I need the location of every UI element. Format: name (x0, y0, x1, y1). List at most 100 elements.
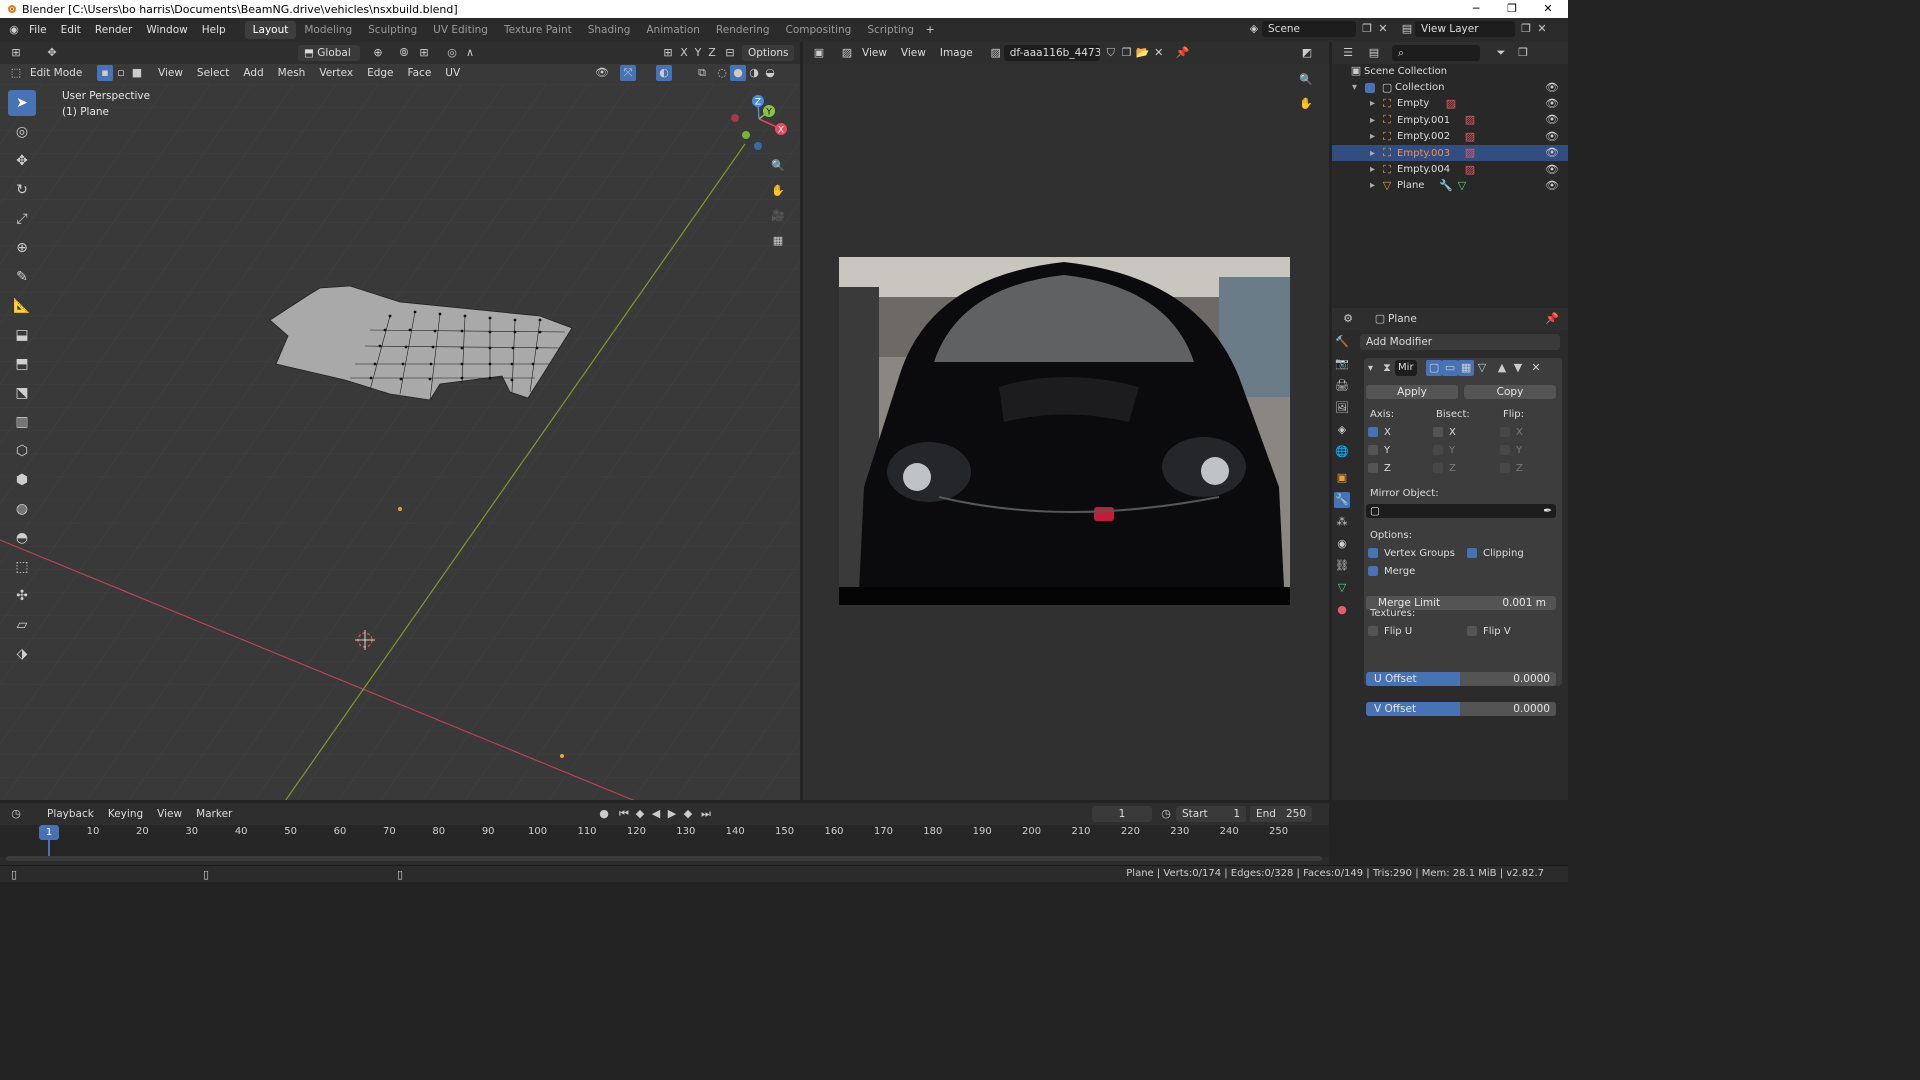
wireframe-shading-icon[interactable]: ◌ (714, 65, 730, 81)
expand-arrow-icon[interactable]: ▾ (1352, 82, 1357, 93)
move-up-icon[interactable]: ▲ (1494, 360, 1510, 376)
next-keyframe-icon[interactable]: ◆ (680, 806, 696, 822)
inset-tool-icon[interactable]: ⬒ (8, 351, 36, 377)
editor-type-icon[interactable]: ▣ (811, 45, 827, 61)
visibility-eye-icon[interactable]: 👁 (1544, 112, 1560, 128)
scale-tool-icon[interactable]: ⤢ (8, 206, 36, 232)
restore-icon[interactable]: ❐ (1494, 0, 1530, 18)
zoom-icon[interactable]: 🔍 (1298, 72, 1314, 88)
tab-rendering[interactable]: Rendering (708, 21, 778, 39)
collection-row[interactable]: ▾ ▢ Collection 👁 (1332, 79, 1568, 95)
face-select-icon[interactable]: ■ (129, 65, 145, 81)
expand-arrow-icon[interactable]: ▸ (1370, 148, 1375, 159)
gizmo-toggle-icon[interactable]: ⤧ (620, 65, 636, 81)
move-down-icon[interactable]: ▼ (1510, 360, 1526, 376)
editor-type-icon[interactable]: ⊞ (8, 45, 24, 61)
empty-object-dot[interactable] (398, 507, 402, 511)
tab-sculpting[interactable]: Sculpting (360, 21, 425, 39)
start-frame-field[interactable]: Start 1 (1176, 806, 1246, 822)
close-icon[interactable]: ✕ (1530, 0, 1566, 18)
image-data-icon[interactable]: ▨ (1462, 112, 1478, 128)
render-tab-icon[interactable]: 📷 (1334, 356, 1350, 372)
shrink-fatten-tool-icon[interactable]: ✣ (8, 583, 36, 609)
visibility-eye-icon[interactable]: 👁 (1544, 162, 1560, 178)
vertex-groups-checkbox[interactable]: Vertex Groups (1368, 548, 1455, 559)
modifier-name-field[interactable]: Mir (1395, 360, 1418, 376)
tab-uv-editing[interactable]: UV Editing (425, 21, 496, 39)
menu-help[interactable]: Help (195, 24, 233, 36)
annotate-tool-icon[interactable]: ✎ (8, 264, 36, 290)
pin-icon[interactable]: 📌 (1175, 45, 1191, 61)
constraints-tab-icon[interactable]: ⛓ (1334, 558, 1350, 574)
edge-select-icon[interactable]: ▫ (113, 65, 129, 81)
collection-checkbox[interactable] (1365, 82, 1376, 93)
visibility-icon[interactable]: 👁 (594, 65, 610, 81)
poly-build-tool-icon[interactable]: ⬢ (8, 467, 36, 493)
render-display-icon[interactable]: ▦ (1458, 360, 1475, 376)
scene-selector[interactable]: Scene (1262, 21, 1356, 37)
view-layer-icon[interactable]: ▤ (1399, 21, 1415, 37)
particles-tab-icon[interactable]: ⁂ (1334, 514, 1350, 530)
timeline-menu-keying[interactable]: Keying (101, 808, 150, 820)
axis-x-checkbox[interactable]: X (1368, 427, 1391, 438)
tab-texture-paint[interactable]: Texture Paint (496, 21, 580, 39)
flip-z-checkbox[interactable]: Z (1500, 463, 1523, 474)
display-channels-icon[interactable]: ◩ (1299, 45, 1315, 61)
display-mode-icon[interactable]: ▤ (1366, 45, 1382, 61)
expand-arrow-icon[interactable]: ▸ (1370, 164, 1375, 175)
modifier-tab-icon[interactable]: 🔧 (1334, 492, 1350, 508)
scene-collection-row[interactable]: ▣ Scene Collection (1332, 63, 1568, 79)
visibility-eye-icon[interactable]: 👁 (1544, 96, 1560, 112)
merge-checkbox[interactable]: Merge (1368, 566, 1415, 577)
extrude-tool-icon[interactable]: ⬓ (8, 322, 36, 348)
preview-range-icon[interactable]: ◷ (1158, 806, 1174, 822)
spin-tool-icon[interactable]: ◍ (8, 496, 36, 522)
menu-face[interactable]: Face (401, 67, 439, 79)
mirror-object-field[interactable]: ▢ ✒ (1366, 504, 1556, 518)
outliner-item-empty-001[interactable]: ▸ ⛶ Empty.001 ▨ 👁 (1332, 112, 1568, 128)
menu-edit[interactable]: Edit (54, 24, 88, 36)
rendered-shading-icon[interactable]: ◒ (762, 65, 778, 81)
mesh-data-tab-icon[interactable]: ▽ (1334, 580, 1350, 596)
scene-tab-icon[interactable]: ◈ (1334, 422, 1350, 438)
overlay-toggle-icon[interactable]: ◐ (656, 65, 672, 81)
image-data-icon[interactable]: ▨ (1443, 96, 1459, 112)
outliner-item-empty[interactable]: ▸ ⛶ Empty ▨ 👁 (1332, 96, 1568, 112)
output-tab-icon[interactable]: 🖨 (1334, 378, 1350, 394)
prev-keyframe-icon[interactable]: ◆ (632, 806, 648, 822)
image-name-field[interactable]: df-aaa116b_4473... (1003, 45, 1100, 61)
visibility-eye-icon[interactable]: 👁 (1544, 80, 1560, 96)
new-view-layer-icon[interactable]: ❐ (1518, 21, 1534, 37)
pan-hand-icon[interactable]: ✋ (1298, 96, 1314, 112)
filter-icon[interactable]: ⏷ (1493, 45, 1509, 61)
navigation-gizmo[interactable]: X Y Z (726, 94, 792, 154)
edge-slide-tool-icon[interactable]: ⬚ (8, 554, 36, 580)
menu-select[interactable]: Select (190, 67, 236, 79)
timeline-menu-playback[interactable]: Playback (40, 808, 101, 820)
image-data-icon[interactable]: ▨ (1462, 145, 1478, 161)
edit-mode-display-icon[interactable]: ▢ (1426, 360, 1443, 376)
menu-render[interactable]: Render (88, 24, 139, 36)
falloff-icon[interactable]: ∧ (462, 45, 478, 61)
tab-scripting[interactable]: Scripting (859, 21, 922, 39)
clipping-checkbox[interactable]: Clipping (1467, 548, 1524, 559)
bisect-x-checkbox[interactable]: X (1433, 427, 1456, 438)
smooth-tool-icon[interactable]: ◓ (8, 525, 36, 551)
expand-arrow-icon[interactable]: ▸ (1370, 98, 1375, 109)
remove-modifier-icon[interactable]: ✕ (1528, 360, 1544, 376)
zoom-icon[interactable]: 🔍 (770, 158, 786, 174)
delete-scene-icon[interactable]: ✕ (1375, 21, 1391, 37)
solid-shading-icon[interactable]: ● (730, 65, 746, 81)
image-menu-view[interactable]: View (894, 47, 933, 59)
image-menu-view-dropdown[interactable]: View (855, 47, 894, 59)
viewport-3d[interactable] (0, 42, 800, 800)
blender-menu-icon[interactable]: ◉ (6, 22, 22, 38)
playhead[interactable]: 1 (39, 825, 59, 840)
options-dropdown[interactable]: Options (742, 45, 794, 61)
bevel-tool-icon[interactable]: ⬔ (8, 380, 36, 406)
image-mode-icon[interactable]: ▨ (839, 45, 855, 61)
add-workspace-icon[interactable]: + (922, 22, 938, 38)
add-modifier-dropdown[interactable]: Add Modifier (1360, 334, 1560, 350)
image-browse-icon[interactable]: ▨ (988, 45, 1004, 61)
expand-arrow-icon[interactable]: ▸ (1370, 131, 1375, 142)
